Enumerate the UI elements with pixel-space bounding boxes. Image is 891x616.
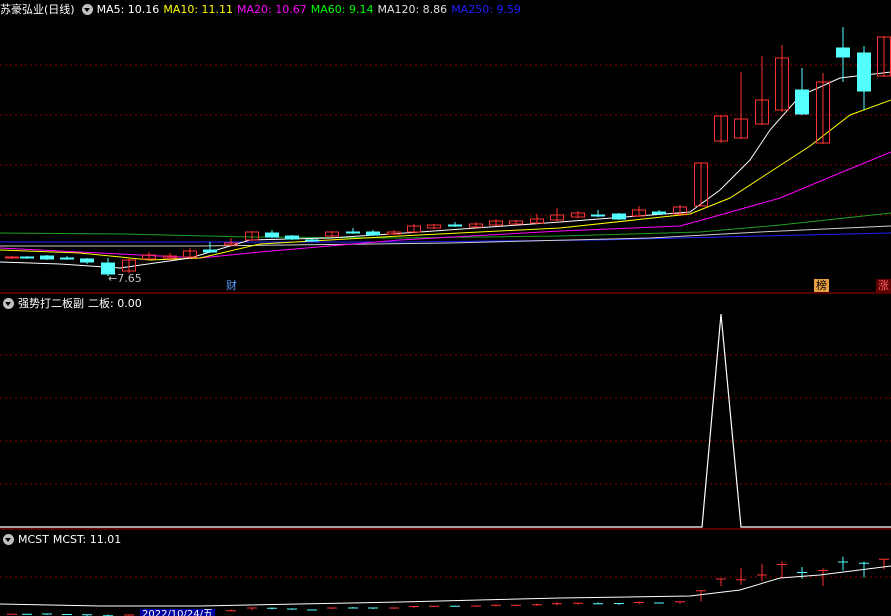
grid-lines bbox=[0, 64, 891, 578]
candle-body bbox=[795, 89, 809, 115]
indicator1-value: 二板: 0.00 bbox=[88, 297, 142, 310]
candle-body bbox=[652, 211, 666, 215]
candle-body bbox=[80, 258, 94, 263]
candle-body bbox=[60, 257, 74, 260]
candle-body bbox=[836, 47, 850, 58]
ma-line bbox=[0, 71, 891, 269]
candle-body bbox=[448, 224, 462, 227]
ma5-value: MA5: 10.16 bbox=[96, 3, 160, 16]
candle-body bbox=[265, 232, 279, 238]
candle-body bbox=[5, 256, 19, 259]
ma120-value: MA120: 8.86 bbox=[377, 3, 448, 16]
indicator2-legend: MCST MCST: 11.01 bbox=[0, 532, 125, 548]
dropdown-icon[interactable] bbox=[3, 298, 14, 309]
ma60-value: MA60: 9.14 bbox=[310, 3, 374, 16]
main-legend: 苏豪弘业(日线) MA5: 10.16 MA10: 11.11 MA20: 10.67… bbox=[0, 2, 525, 18]
date-cursor-label: 2022/10/24/五 bbox=[140, 609, 216, 616]
ma20-value: MA20: 10.67 bbox=[237, 3, 307, 16]
candle-body bbox=[857, 52, 871, 92]
candle-body bbox=[20, 256, 34, 259]
dropdown-icon[interactable] bbox=[3, 534, 14, 545]
dropdown-icon[interactable] bbox=[81, 4, 93, 15]
indicator2-value: MCST: 11.01 bbox=[52, 533, 122, 546]
limit-up-badge[interactable]: 涨 bbox=[876, 279, 891, 292]
candlesticks[interactable] bbox=[5, 27, 891, 276]
ma250-value: MA250: 9.59 bbox=[451, 3, 521, 16]
ma-line bbox=[0, 212, 891, 239]
candle-body bbox=[346, 231, 360, 234]
indicator2-name: MCST bbox=[18, 533, 49, 546]
list-badge[interactable]: 榜 bbox=[814, 279, 829, 292]
candle-body bbox=[203, 249, 217, 253]
indicator1-name: 强势打二板副 bbox=[18, 297, 84, 310]
candle-body bbox=[591, 214, 605, 217]
erban-line bbox=[0, 313, 891, 528]
indicator-mcst bbox=[0, 556, 891, 616]
candle-body bbox=[612, 213, 626, 220]
low-price-label: ←7.65 bbox=[108, 272, 142, 285]
candle-body bbox=[285, 235, 299, 240]
stock-name: 苏豪弘业(日线) bbox=[0, 3, 75, 16]
candle-body bbox=[305, 239, 319, 242]
indicator1-legend: 强势打二板副 二板: 0.00 bbox=[0, 296, 146, 312]
mcst-line bbox=[0, 565, 891, 607]
candle-body bbox=[40, 255, 54, 260]
finance-badge[interactable]: 财 bbox=[224, 279, 239, 292]
ma10-value: MA10: 11.11 bbox=[163, 3, 234, 16]
candle-body bbox=[366, 231, 380, 236]
indicator-line-erban bbox=[0, 313, 891, 528]
moving-average-lines bbox=[0, 71, 891, 269]
